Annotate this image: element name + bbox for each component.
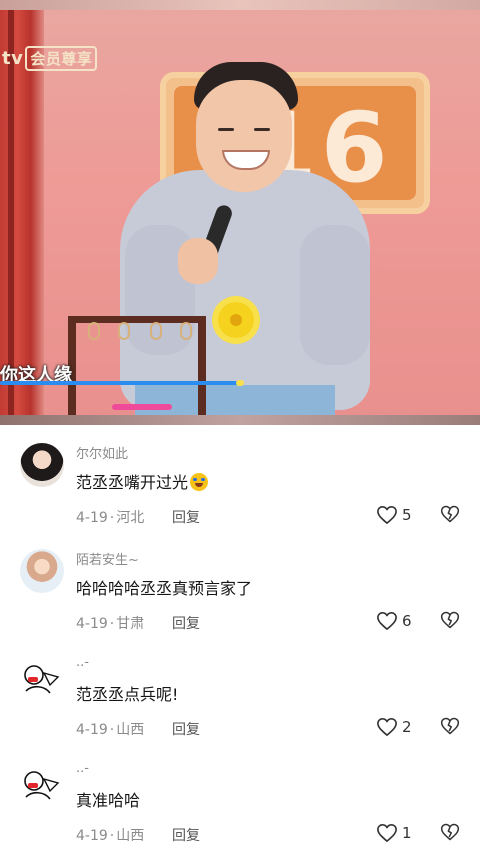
reply-button[interactable]: 回复 — [172, 719, 200, 739]
comment-location: 甘肃 — [116, 616, 145, 632]
channel-watermark: tv 会员尊享 — [2, 46, 98, 71]
like-button[interactable]: 2 — [376, 715, 412, 739]
comment-location: 山西 — [116, 828, 145, 844]
reply-button[interactable]: 回复 — [172, 613, 200, 633]
video-bottom-strip — [0, 415, 480, 425]
comment-text: 哈哈哈哈丞丞真预言家了 — [76, 579, 253, 598]
avatar[interactable] — [20, 549, 64, 593]
avatar[interactable] — [20, 443, 64, 487]
comment-location: 山西 — [116, 722, 145, 738]
person-jeans — [135, 385, 335, 415]
person-hand — [178, 238, 218, 284]
person-eye — [254, 128, 270, 131]
crying-laughing-emoji-icon — [190, 473, 209, 491]
reply-button[interactable]: 回复 — [172, 507, 200, 527]
comment-text: 范丞丞点兵呢! — [76, 685, 179, 704]
comment-date: 4-19 — [76, 828, 108, 844]
heart-outline-icon — [377, 506, 397, 524]
person-eye — [218, 128, 234, 131]
comment-location: 河北 — [116, 510, 145, 526]
prop-ring — [150, 322, 162, 340]
broken-heart-icon[interactable] — [440, 822, 460, 842]
comment-date: 4-19 — [76, 722, 108, 738]
prop-ring — [180, 322, 192, 340]
comment-meta: 4-19 · 山西 — [76, 828, 145, 844]
comment-username[interactable]: 陌若安生~ — [76, 549, 139, 568]
reply-button[interactable]: 回复 — [172, 825, 200, 845]
comment-text-body: 范丞丞嘴开过光 — [76, 473, 189, 492]
prop-frame-right-post — [198, 318, 206, 415]
prop-ring — [88, 322, 100, 340]
comment-text: 真准哈哈 — [76, 791, 141, 810]
avatar[interactable] — [20, 655, 64, 699]
comment-date: 4-19 — [76, 616, 108, 632]
comment-meta: 4-19 · 河北 — [76, 510, 145, 526]
comment-username[interactable]: ..- — [76, 761, 89, 776]
prop-ring — [118, 322, 130, 340]
like-button[interactable]: 1 — [376, 821, 412, 845]
heart-outline-icon — [377, 824, 397, 842]
like-count: 1 — [402, 824, 412, 842]
video-subtitle-bar — [0, 381, 240, 385]
heart-outline-icon — [377, 718, 397, 736]
comment-username[interactable]: 尔尔如此 — [76, 443, 128, 462]
comment-meta: 4-19 · 山西 — [76, 722, 145, 738]
like-count: 6 — [402, 612, 412, 630]
like-count: 2 — [402, 718, 412, 736]
doodle-avatar-icon — [24, 665, 60, 694]
video-subtitle-marker — [236, 380, 244, 386]
like-button[interactable]: 6 — [376, 609, 412, 633]
comment-item: ..- 真准哈哈 4-19 · 山西 回复 1 — [0, 761, 480, 865]
broken-heart-icon[interactable] — [440, 610, 460, 630]
comment-text: 范丞丞嘴开过光 — [76, 469, 209, 493]
comment-item: 尔尔如此 范丞丞嘴开过光 4-19 · 河北 回复 5 — [0, 443, 480, 547]
comment-date: 4-19 — [76, 510, 108, 526]
broken-heart-icon[interactable] — [440, 504, 460, 524]
broken-heart-icon[interactable] — [440, 716, 460, 736]
doodle-avatar-icon — [24, 771, 60, 800]
comment-item: 陌若安生~ 哈哈哈哈丞丞真预言家了 4-19 · 甘肃 回复 6 — [0, 549, 480, 653]
video-top-strip — [0, 0, 480, 10]
heart-outline-icon — [377, 612, 397, 630]
avatar[interactable] — [20, 761, 64, 805]
person-right-arm — [300, 225, 370, 365]
like-count: 5 — [402, 506, 412, 524]
person-face — [196, 80, 292, 192]
watermark-prefix: tv — [2, 48, 24, 69]
comment-meta: 4-19 · 甘肃 — [76, 616, 145, 632]
video-frame[interactable]: 16 tv 会员尊享 你这人缘 — [0, 0, 480, 425]
watermark-badge: 会员尊享 — [25, 46, 98, 71]
like-button[interactable]: 5 — [376, 503, 412, 527]
pink-prop — [112, 404, 172, 410]
comment-item: ..- 范丞丞点兵呢! 4-19 · 山西 回复 2 — [0, 655, 480, 759]
flower-toy — [218, 302, 254, 338]
comment-username[interactable]: ..- — [76, 655, 89, 670]
